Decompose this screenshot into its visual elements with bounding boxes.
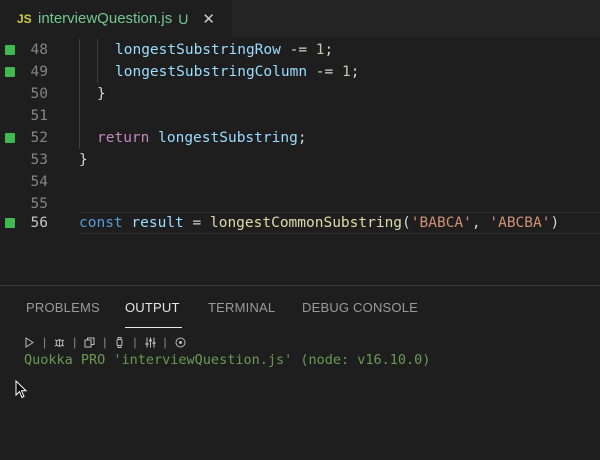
toolbar-separator: | [133,335,137,349]
code-line: 53 } [0,149,600,171]
line-number: 48 [30,42,48,58]
line-number: 53 [30,152,48,168]
javascript-file-icon: JS [17,11,32,26]
code-editor[interactable]: 48 longestSubstringRow -= 1; 49 longestS… [0,37,600,285]
line-number: 49 [30,64,48,80]
indent-guide [79,39,80,61]
code-line: 52 return longestSubstring; [0,127,600,149]
bottom-panel: PROBLEMS OUTPUT TERMINAL DEBUG CONSOLE |… [0,285,600,460]
mouse-pointer-icon [15,380,28,399]
line-number: 56 [30,215,48,231]
watch-icon[interactable] [114,336,125,348]
code-line: 50 } [0,83,600,105]
gutter-modified-marker [5,67,15,77]
code-line: 51 [0,105,600,127]
gutter-modified-marker [5,218,15,228]
code-text: return longestSubstring; [97,130,307,146]
code-text: } [79,152,88,168]
toolbar-separator: | [73,335,77,349]
indent-guide [79,127,80,149]
close-icon[interactable]: ✕ [202,10,215,28]
indent-guide [79,105,80,127]
gutter-modified-marker [5,133,15,143]
vscode-window: JS interviewQuestion.js U ✕ 48 longestSu… [0,0,600,460]
code-text: longestSubstringColumn -= 1; [115,64,360,80]
indent-guide [97,61,98,83]
line-number: 50 [30,86,48,102]
debug-icon[interactable] [54,337,65,348]
toolbar-separator: | [163,335,167,349]
active-code-line: 56 const result = longestCommonSubstring… [0,212,600,234]
tab-output[interactable]: OUTPUT [125,300,180,315]
untracked-status-badge: U [178,10,189,27]
code-line: 48 longestSubstringRow -= 1; [0,39,600,61]
indent-guide [79,61,80,83]
toolbar-separator: | [43,335,47,349]
output-toolbar: | | | | | [24,334,186,350]
toolbar-separator: | [103,335,107,349]
indent-guide [97,39,98,61]
run-icon[interactable] [24,336,35,348]
line-number: 51 [30,108,48,124]
code-text: longestSubstringRow -= 1; [115,42,334,58]
tab-debug-console[interactable]: DEBUG CONSOLE [302,300,418,315]
panel-tab-bar: PROBLEMS OUTPUT TERMINAL DEBUG CONSOLE [0,286,600,328]
tab-problems[interactable]: PROBLEMS [26,300,100,315]
output-log-line: Quokka PRO 'interviewQuestion.js' (node:… [24,352,431,368]
record-icon[interactable] [175,337,186,348]
tab-terminal[interactable]: TERMINAL [208,300,275,315]
line-number: 54 [30,174,48,190]
tab-file-name: interviewQuestion.js [38,10,173,27]
gutter-modified-marker [5,45,15,55]
settings-sliders-icon[interactable] [145,337,156,348]
copy-icon[interactable] [84,337,95,348]
editor-tab-bar: JS interviewQuestion.js U ✕ [0,0,600,37]
editor-tab[interactable]: JS interviewQuestion.js U ✕ [0,0,232,37]
code-line: 54 [0,171,600,193]
code-line: 49 longestSubstringColumn -= 1; [0,61,600,83]
line-number: 52 [30,130,48,146]
code-text: const result = longestCommonSubstring('B… [79,215,560,231]
indent-guide [79,83,80,105]
code-text: } [97,86,106,102]
active-tab-indicator [125,327,182,328]
